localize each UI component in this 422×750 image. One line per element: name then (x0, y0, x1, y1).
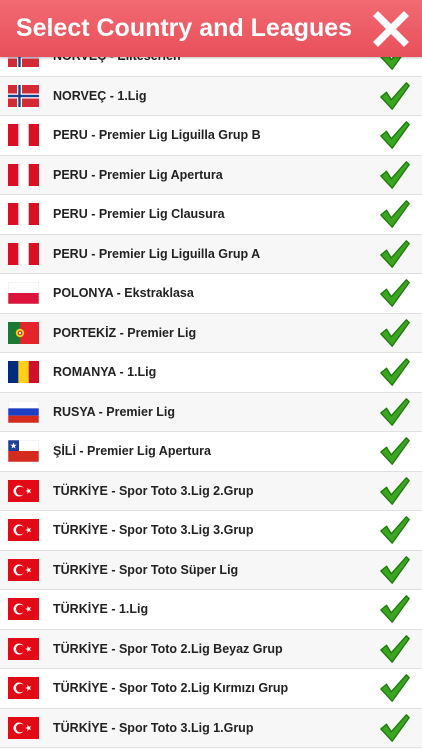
peru-flag-icon (8, 242, 39, 265)
peru-flag-icon (8, 203, 39, 226)
league-row[interactable]: TÜRKİYE - Spor Toto 2.Lig Kırmızı Grup (0, 669, 422, 709)
romania-flag-icon (8, 361, 39, 384)
green-checkmark-icon[interactable] (378, 237, 412, 271)
green-checkmark-icon[interactable] (378, 632, 412, 666)
league-label: TÜRKİYE - 1.Lig (53, 602, 149, 616)
league-list: NORVEÇ - EliteserienNORVEÇ - 1.LigPERU -… (0, 37, 422, 748)
green-checkmark-icon[interactable] (378, 553, 412, 587)
league-label: TÜRKİYE - Spor Toto 3.Lig 1.Grup (53, 720, 254, 735)
green-checkmark-icon[interactable] (378, 395, 412, 429)
league-label: NORVEÇ - 1.Lig (53, 88, 147, 103)
green-checkmark-icon[interactable] (378, 474, 412, 508)
page-title: Select Country and Leagues (15, 14, 353, 42)
league-label: TÜRKİYE - Spor Toto Süper Lig (53, 562, 239, 577)
portugal-flag-icon (8, 321, 39, 344)
poland-flag-icon (8, 282, 39, 305)
league-label: TÜRKİYE - Spor Toto 2.Lig Beyaz Grup (53, 641, 283, 656)
green-checkmark-icon[interactable] (378, 592, 412, 626)
green-checkmark-icon[interactable] (378, 316, 412, 350)
league-label: PORTEKİZ - Premier Lig (53, 325, 197, 340)
green-checkmark-icon[interactable] (378, 355, 412, 389)
peru-flag-icon (8, 124, 39, 147)
league-row[interactable]: TÜRKİYE - 1.Lig (0, 590, 422, 630)
league-row[interactable]: PERU - Premier Lig Apertura (0, 155, 422, 195)
green-checkmark-icon[interactable] (378, 118, 412, 152)
league-label: ROMANYA - 1.Lig (53, 365, 157, 379)
league-label: PERU - Premier Lig Liguilla Grup B (53, 128, 261, 142)
green-checkmark-icon[interactable] (378, 79, 412, 113)
green-checkmark-icon[interactable] (378, 276, 412, 310)
green-checkmark-icon[interactable] (378, 513, 412, 547)
league-row[interactable]: TÜRKİYE - Spor Toto 3.Lig 1.Grup (0, 708, 422, 748)
league-row[interactable]: PERU - Premier Lig Liguilla Grup A (0, 234, 422, 274)
league-label: PERU - Premier Lig Clausura (53, 207, 225, 221)
league-row[interactable]: PORTEKİZ - Premier Lig (0, 313, 422, 353)
league-row[interactable]: PERU - Premier Lig Liguilla Grup B (0, 116, 422, 156)
league-row[interactable]: POLONYA - Ekstraklasa (0, 274, 422, 314)
russia-flag-icon (8, 400, 39, 423)
green-checkmark-icon[interactable] (378, 671, 412, 705)
close-x-icon[interactable] (372, 10, 410, 48)
league-label: ŞİLİ - Premier Lig Apertura (53, 444, 211, 458)
green-checkmark-icon[interactable] (378, 158, 412, 192)
league-label: TÜRKİYE - Spor Toto 2.Lig Kırmızı Grup (53, 681, 289, 695)
league-label: RUSYA - Premier Lig (53, 404, 176, 419)
header-bar: Select Country and Leagues (0, 0, 422, 57)
turkey-flag-icon (8, 479, 39, 502)
league-row[interactable]: TÜRKİYE - Spor Toto 3.Lig 2.Grup (0, 471, 422, 511)
turkey-flag-icon (8, 558, 39, 581)
turkey-flag-icon (8, 716, 39, 739)
league-row[interactable]: NORVEÇ - 1.Lig (0, 76, 422, 116)
turkey-flag-icon (8, 598, 39, 621)
peru-flag-icon (8, 163, 39, 186)
green-checkmark-icon[interactable] (378, 711, 412, 745)
league-row[interactable]: ROMANYA - 1.Lig (0, 353, 422, 393)
green-checkmark-icon[interactable] (378, 434, 412, 468)
norway-flag-icon (8, 84, 39, 107)
league-row[interactable]: TÜRKİYE - Spor Toto 3.Lig 3.Grup (0, 511, 422, 551)
turkey-flag-icon (8, 637, 39, 660)
league-row[interactable]: ŞİLİ - Premier Lig Apertura (0, 432, 422, 472)
turkey-flag-icon (8, 677, 39, 700)
league-label: TÜRKİYE - Spor Toto 3.Lig 2.Grup (53, 483, 254, 498)
league-label: PERU - Premier Lig Apertura (53, 167, 223, 182)
league-label: PERU - Premier Lig Liguilla Grup A (53, 246, 261, 261)
turkey-flag-icon (8, 519, 39, 542)
green-checkmark-icon[interactable] (378, 197, 412, 231)
league-row[interactable]: TÜRKİYE - Spor Toto 2.Lig Beyaz Grup (0, 629, 422, 669)
league-label: TÜRKİYE - Spor Toto 3.Lig 3.Grup (53, 523, 254, 537)
league-row[interactable]: TÜRKİYE - Spor Toto Süper Lig (0, 550, 422, 590)
league-row[interactable]: RUSYA - Premier Lig (0, 392, 422, 432)
chile-flag-icon (8, 440, 39, 463)
league-label: POLONYA - Ekstraklasa (53, 286, 194, 300)
league-row[interactable]: PERU - Premier Lig Clausura (0, 195, 422, 235)
